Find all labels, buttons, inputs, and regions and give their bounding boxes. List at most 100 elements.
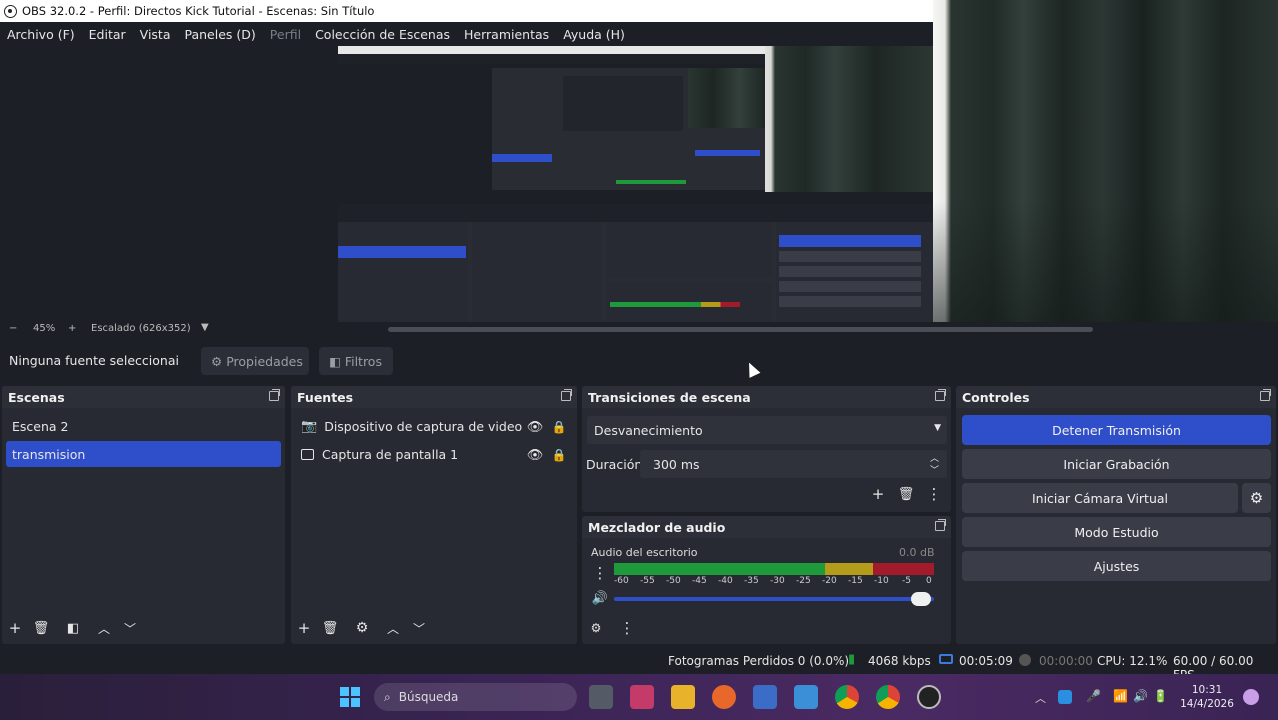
move-source-up-icon[interactable]: ︿ (384, 619, 402, 637)
meter-tick: -15 (848, 576, 863, 586)
camera-feed-image (933, 0, 1278, 322)
scene-item-selected[interactable]: transmision (6, 441, 281, 467)
meter-tick: -55 (640, 576, 655, 586)
sources-dock-header: Fuentes (291, 386, 577, 408)
spin-down-icon[interactable]: ﹀ (930, 463, 939, 476)
file-explorer-icon[interactable] (671, 685, 695, 709)
meter-tick: -35 (744, 576, 759, 586)
menu-bar: Archivo (F) Editar Vista Paneles (D) Per… (0, 22, 933, 46)
firefox-icon[interactable] (712, 685, 736, 709)
meter-tick: -30 (770, 576, 785, 586)
lock-icon[interactable]: 🔒 (550, 446, 568, 464)
dock-float-icon[interactable] (935, 389, 946, 401)
start-recording-button[interactable]: Iniciar Grabación (962, 449, 1271, 479)
chevron-down-icon: ▼ (934, 423, 941, 433)
taskbar-search-box[interactable]: ⌕ Búsqueda (374, 683, 577, 711)
lock-icon[interactable]: 🔒 (550, 418, 568, 436)
settings-button[interactable]: Ajustes (962, 551, 1271, 581)
task-view-icon[interactable] (589, 685, 613, 709)
chrome-icon[interactable] (835, 685, 859, 709)
menu-paneles[interactable]: Paneles (D) (185, 27, 256, 42)
battery-icon[interactable]: 🔋 (1153, 689, 1168, 703)
snipping-tool-icon[interactable] (630, 685, 654, 709)
preview-horizontal-scrollbar[interactable] (388, 327, 1093, 332)
filters-button[interactable]: ◧ Filtros (319, 347, 393, 375)
menu-herramientas[interactable]: Herramientas (464, 27, 549, 42)
source-properties-gear-icon[interactable]: ⚙ (353, 619, 371, 637)
speaker-mute-icon[interactable]: 🔊 (591, 589, 609, 607)
menu-coleccion-escenas[interactable]: Colección de Escenas (315, 27, 450, 42)
channel-name: Audio del escritorio (591, 546, 698, 559)
mixer-menu-icon[interactable]: ⋮ (618, 619, 636, 637)
add-source-icon[interactable]: + (295, 619, 313, 637)
zoom-out-button[interactable]: − (9, 323, 17, 334)
notifications-icon[interactable] (1243, 689, 1259, 705)
monitor-icon (301, 448, 314, 460)
menu-ayuda[interactable]: Ayuda (H) (563, 27, 625, 42)
title-bar: OBS 32.0.2 - Perfil: Directos Kick Tutor… (0, 0, 933, 22)
teams-icon[interactable] (753, 685, 777, 709)
signal-bars-icon: ▮ (848, 652, 856, 667)
move-scene-down-icon[interactable]: ﹀ (121, 619, 139, 637)
move-scene-up-icon[interactable]: ︿ (95, 619, 113, 637)
start-virtual-camera-button[interactable]: Iniciar Cámara Virtual (962, 483, 1238, 513)
visibility-eye-icon[interactable]: 👁 (526, 446, 544, 464)
menu-archivo[interactable]: Archivo (F) (7, 27, 75, 42)
meter-tick: 0 (926, 576, 932, 586)
studio-mode-button[interactable]: Modo Estudio (962, 517, 1271, 547)
scenes-dock-header: Escenas (2, 386, 285, 408)
properties-button[interactable]: ⚙ Propiedades (201, 347, 309, 375)
dock-float-icon[interactable] (935, 519, 946, 531)
zoom-dropdown-icon[interactable]: ▼ (201, 322, 209, 333)
taskbar-clock[interactable]: 10:31 14/4/2026 (1180, 683, 1234, 711)
meter-tick: -60 (614, 576, 629, 586)
scene-filters-icon[interactable]: ◧ (64, 619, 82, 637)
duration-spinbox[interactable]: 300 ms ︿ ﹀ (640, 450, 947, 478)
menu-perfil[interactable]: Perfil (270, 27, 301, 42)
move-source-down-icon[interactable]: ﹀ (410, 619, 428, 637)
chrome-icon[interactable] (876, 685, 900, 709)
advanced-audio-icon[interactable]: ⚙ (587, 619, 605, 637)
mixer-dock-header: Mezclador de audio (582, 516, 951, 538)
remove-scene-icon[interactable]: 🗑 (32, 619, 50, 637)
add-transition-icon[interactable]: + (869, 485, 887, 503)
sources-dock: Fuentes 📷 Dispositivo de captura de vide… (291, 386, 577, 644)
source-toolbar (0, 340, 1278, 384)
dock-float-icon[interactable] (1260, 389, 1271, 401)
menu-editar[interactable]: Editar (89, 27, 126, 42)
remove-source-icon[interactable]: 🗑 (321, 619, 339, 637)
zoom-value: 45% (33, 323, 56, 334)
scene-item[interactable]: Escena 2 (6, 413, 281, 439)
app-tray-icon[interactable] (1058, 690, 1072, 704)
meter-yellow-zone (825, 563, 874, 575)
obs-taskbar-icon[interactable] (917, 685, 941, 709)
visibility-eye-icon[interactable]: 👁 (526, 418, 544, 436)
nested-obs-preview-image (338, 46, 933, 322)
remove-transition-icon[interactable]: 🗑 (897, 485, 915, 503)
transitions-title: Transiciones de escena (588, 389, 751, 405)
stream-time: 00:05:09 (959, 654, 1013, 668)
audio-meter (614, 563, 934, 575)
volume-slider-handle[interactable] (911, 592, 932, 606)
dock-float-icon[interactable] (561, 389, 572, 401)
add-scene-icon[interactable]: + (6, 619, 24, 637)
windows-start-icon[interactable] (338, 685, 362, 709)
microphone-icon[interactable]: 🎤 (1086, 689, 1101, 703)
dock-float-icon[interactable] (269, 389, 280, 401)
transition-select[interactable]: Desvanecimiento ▼ (587, 416, 947, 444)
transition-menu-icon[interactable]: ⋮ (925, 485, 943, 503)
zoom-in-button[interactable]: + (68, 323, 76, 334)
wifi-icon[interactable]: 📶 (1113, 689, 1128, 703)
chevron-up-icon[interactable]: ︿ (1035, 690, 1046, 706)
controls-dock: Controles Detener Transmisión Iniciar Gr… (956, 386, 1276, 644)
menu-vista[interactable]: Vista (140, 27, 171, 42)
status-bar: Fotogramas Perdidos 0 (0.0%) ▮ 4068 kbps… (0, 648, 1278, 682)
channel-menu-icon[interactable]: ⋮ (591, 564, 609, 582)
volume-slider[interactable] (614, 592, 934, 606)
meter-tick: -5 (902, 576, 911, 586)
stop-stream-button[interactable]: Detener Transmisión (962, 415, 1271, 445)
virtual-camera-settings-gear-icon[interactable]: ⚙ (1242, 483, 1271, 513)
clock-date: 14/4/2026 (1180, 698, 1234, 710)
photos-icon[interactable] (794, 685, 818, 709)
volume-icon[interactable]: 🔊 (1133, 689, 1148, 703)
